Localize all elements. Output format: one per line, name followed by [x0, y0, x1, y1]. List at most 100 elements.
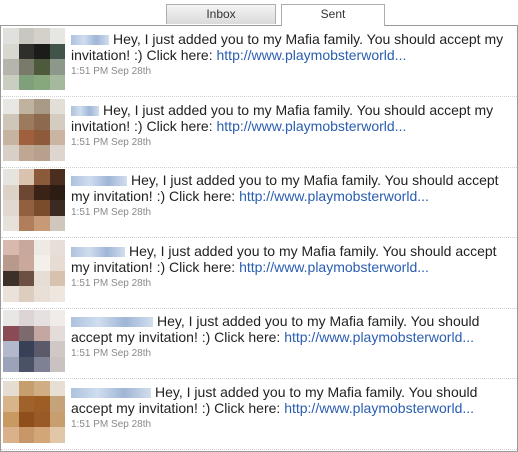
- avatar-pixel: [49, 286, 65, 302]
- message-body: Hey, I just added you to my Mafia family…: [71, 31, 511, 78]
- avatar-pixel: [49, 215, 65, 231]
- avatar-pixel: [18, 184, 34, 200]
- message-link[interactable]: http://www.playmobsterworld...: [284, 329, 474, 345]
- sender-name-redacted[interactable]: [71, 105, 99, 116]
- avatar-pixel: [49, 341, 65, 357]
- avatar-pixel: [49, 114, 65, 130]
- avatar[interactable]: [3, 98, 65, 161]
- avatar-pixel: [18, 114, 34, 130]
- message-timestamp[interactable]: 1:51 PM Sep 28th: [71, 65, 511, 78]
- message-link[interactable]: http://www.playmobsterworld...: [284, 400, 474, 416]
- list-item[interactable]: Hey, I just added you to my Mafia family…: [1, 379, 517, 450]
- message-timestamp[interactable]: 1:51 PM Sep 28th: [71, 418, 511, 431]
- avatar-pixel: [49, 310, 65, 326]
- avatar-pixel: [18, 28, 34, 44]
- avatar-pixel: [18, 200, 34, 216]
- avatar-pixel: [49, 169, 65, 185]
- avatar-pixel: [49, 411, 65, 427]
- message-body: Hey, I just added you to my Mafia family…: [71, 313, 511, 360]
- avatar-pixel: [49, 325, 65, 341]
- avatar-pixel: [34, 396, 50, 412]
- avatar-pixel: [49, 98, 65, 114]
- sender-name-redacted[interactable]: [71, 176, 127, 187]
- avatar-pixel: [34, 310, 50, 326]
- list-item[interactable]: Hey, I just added you to my Mafia family…: [1, 167, 517, 238]
- sender-name-redacted[interactable]: [71, 246, 125, 257]
- message-timestamp[interactable]: 1:51 PM Sep 28th: [71, 136, 511, 149]
- avatar-pixel: [49, 270, 65, 286]
- sender-name-redacted[interactable]: [71, 35, 109, 46]
- avatar-pixel: [3, 239, 19, 255]
- avatar-pixel: [34, 255, 50, 271]
- avatar-pixel: [3, 169, 19, 185]
- message-link[interactable]: http://www.playmobsterworld...: [217, 118, 407, 134]
- message-link[interactable]: http://www.playmobsterworld...: [239, 188, 429, 204]
- avatar-pixel: [34, 286, 50, 302]
- avatar[interactable]: [3, 169, 65, 231]
- avatar-pixel: [34, 356, 50, 372]
- avatar-pixel: [34, 59, 50, 75]
- avatar-pixel: [49, 59, 65, 75]
- avatar-pixel: [3, 59, 19, 75]
- avatar[interactable]: [3, 28, 65, 90]
- avatar-pixel: [18, 270, 34, 286]
- message-timestamp[interactable]: 1:51 PM Sep 28th: [71, 347, 511, 360]
- avatar-pixel: [18, 129, 34, 145]
- message-timestamp[interactable]: 1:51 PM Sep 28th: [71, 206, 511, 219]
- avatar-pixel: [49, 145, 65, 161]
- avatar-pixel: [18, 43, 34, 59]
- avatar-pixel: [3, 129, 19, 145]
- avatar-pixel: [49, 396, 65, 412]
- list-item[interactable]: Hey, I just added you to my Mafia family…: [1, 238, 517, 309]
- avatar-pixel: [34, 380, 50, 396]
- avatar[interactable]: [3, 239, 65, 302]
- avatar-pixel: [3, 356, 19, 372]
- avatar-pixel: [34, 325, 50, 341]
- tab-inbox[interactable]: Inbox: [166, 4, 276, 24]
- avatar-pixel: [34, 98, 50, 114]
- avatar-pixel: [49, 380, 65, 396]
- avatar-pixel: [3, 396, 19, 412]
- message-list: Hey, I just added you to my Mafia family…: [0, 25, 518, 452]
- avatar-pixel: [49, 200, 65, 216]
- avatar-pixel: [18, 380, 34, 396]
- message-timestamp[interactable]: 1:51 PM Sep 28th: [71, 277, 511, 290]
- avatar-pixel: [49, 28, 65, 44]
- avatar-pixel: [34, 28, 50, 44]
- avatar-pixel: [34, 184, 50, 200]
- avatar-pixel: [18, 169, 34, 185]
- tab-sent[interactable]: Sent: [281, 4, 385, 26]
- avatar-pixel: [3, 43, 19, 59]
- avatar-pixel: [3, 215, 19, 231]
- list-item[interactable]: Hey, I just added you to my Mafia family…: [1, 97, 517, 168]
- avatar-pixel: [34, 145, 50, 161]
- avatar-pixel: [49, 427, 65, 443]
- sender-name-redacted[interactable]: [71, 387, 151, 398]
- avatar-pixel: [34, 74, 50, 90]
- avatar-pixel: [18, 325, 34, 341]
- avatar-pixel: [18, 145, 34, 161]
- avatar-pixel: [34, 129, 50, 145]
- avatar-pixel: [3, 145, 19, 161]
- avatar-pixel: [3, 286, 19, 302]
- avatar-pixel: [34, 427, 50, 443]
- message-link[interactable]: http://www.playmobsterworld...: [239, 259, 429, 275]
- avatar-pixel: [3, 28, 19, 44]
- avatar-pixel: [34, 270, 50, 286]
- mailbox-tabs: Inbox Sent: [0, 4, 518, 26]
- avatar[interactable]: [3, 310, 65, 372]
- avatar-pixel: [3, 341, 19, 357]
- avatar-pixel: [3, 310, 19, 326]
- message-body: Hey, I just added you to my Mafia family…: [71, 243, 511, 290]
- avatar-pixel: [3, 74, 19, 90]
- message-body: Hey, I just added you to my Mafia family…: [71, 172, 511, 219]
- avatar-pixel: [3, 427, 19, 443]
- sender-name-redacted[interactable]: [71, 317, 153, 328]
- avatar-pixel: [18, 356, 34, 372]
- message-link[interactable]: http://www.playmobsterworld...: [217, 47, 407, 63]
- list-item[interactable]: Hey, I just added you to my Mafia family…: [1, 308, 517, 379]
- avatar[interactable]: [3, 380, 65, 443]
- list-item[interactable]: Hey, I just added you to my Mafia family…: [1, 26, 517, 97]
- message-body: Hey, I just added you to my Mafia family…: [71, 384, 511, 431]
- avatar-pixel: [3, 98, 19, 114]
